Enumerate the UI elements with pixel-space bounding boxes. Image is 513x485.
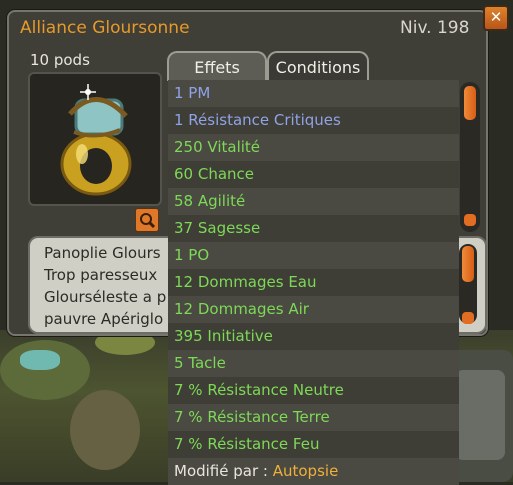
- effect-row: 37 Sagesse: [168, 215, 459, 242]
- description-line: Panoplie Glours: [44, 244, 161, 262]
- effects-scroll-down[interactable]: [464, 214, 476, 226]
- effect-row: 12 Dommages Air: [168, 296, 459, 323]
- effect-row: 7 % Résistance Neutre: [168, 377, 459, 404]
- foliage-shape: [0, 340, 90, 400]
- close-icon: ✕: [489, 8, 503, 26]
- effect-row: 60 Chance: [168, 161, 459, 188]
- effect-row: 250 Vitalité: [168, 134, 459, 161]
- rock-shape: [70, 390, 140, 470]
- modified-by-value: Autopsie: [272, 462, 339, 480]
- effect-row: 1 PO: [168, 242, 459, 269]
- zoom-button[interactable]: [135, 208, 159, 232]
- tab-conditions[interactable]: Conditions: [267, 51, 369, 81]
- effect-row: 58 Agilité: [168, 188, 459, 215]
- effect-row: 1 Résistance Critiques: [168, 107, 459, 134]
- effect-row: 395 Initiative: [168, 323, 459, 350]
- effect-row: 7 % Résistance Terre: [168, 404, 459, 431]
- magnifier-icon: [140, 213, 156, 229]
- tab-effets[interactable]: Effets: [167, 51, 267, 81]
- item-image-frame: [28, 72, 162, 206]
- description-scroll-thumb[interactable]: [462, 246, 474, 282]
- effect-row: 7 % Résistance Feu: [168, 431, 459, 458]
- ring-item-icon: [60, 84, 132, 196]
- effects-scroll-thumb[interactable]: [464, 86, 476, 120]
- modified-by-row: Modifié par : Autopsie: [168, 458, 459, 485]
- tree-shape: [455, 370, 505, 460]
- effect-row: 1 PM: [168, 80, 459, 107]
- modified-by-label: Modifié par :: [174, 462, 273, 480]
- description-line: Glourséleste a p: [44, 288, 167, 306]
- effect-row: 5 Tacle: [168, 350, 459, 377]
- effect-row: 12 Dommages Eau: [168, 269, 459, 296]
- item-level: Niv. 198: [400, 18, 470, 38]
- close-button[interactable]: ✕: [483, 5, 509, 31]
- description-scroll-down[interactable]: [462, 312, 474, 324]
- water-shape: [20, 350, 60, 370]
- item-title: Alliance Gloursonne: [20, 18, 190, 38]
- description-line: Trop paresseux: [44, 266, 158, 284]
- effects-list: 1 PM 1 Résistance Critiques 250 Vitalité…: [168, 80, 459, 485]
- description-line: pauvre Apériglo: [44, 310, 164, 328]
- item-weight: 10 pods: [30, 51, 90, 69]
